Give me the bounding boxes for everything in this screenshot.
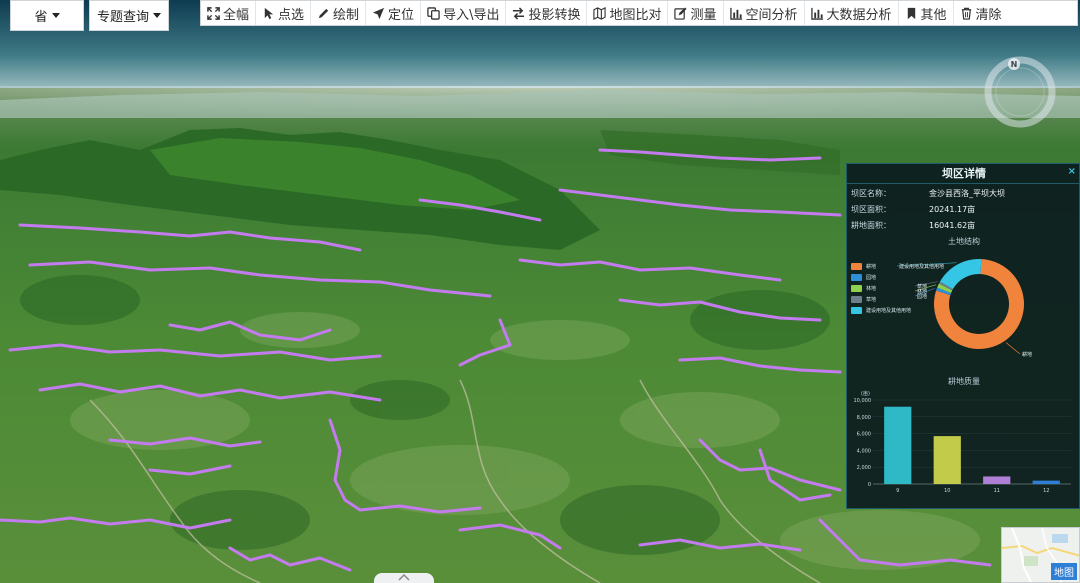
- pencil-icon: [318, 8, 329, 18]
- toolbar-label: 其他: [920, 7, 947, 23]
- toolbar-label: 全幅: [223, 7, 250, 23]
- bookmark-icon: [907, 7, 915, 19]
- y-axis-unit-label: (亩): [861, 390, 870, 397]
- bar[interactable]: [1032, 480, 1060, 484]
- toolbar-button-map-compare[interactable]: 地图比对: [587, 1, 669, 25]
- toolbar-button-locate[interactable]: 定位: [366, 1, 422, 25]
- info-label: 坝区面积：: [851, 205, 891, 214]
- toolbar-label: 投影转换: [528, 7, 581, 23]
- toolbar-label: 地图比对: [609, 7, 662, 23]
- pointer-icon: [264, 7, 274, 19]
- province-select-value: 省: [34, 10, 48, 25]
- toolbar-label: 空间分析: [745, 7, 798, 23]
- toolbar-label: 清除: [975, 7, 1002, 23]
- compass-north-label: N: [1011, 60, 1018, 69]
- chevron-up-icon: [398, 573, 410, 581]
- info-row-dam-name: 坝区名称： 金沙县西洛_平坝大坝: [847, 186, 1080, 202]
- bar-chart-icon: [729, 7, 742, 20]
- toolbar-button-fullscreen[interactable]: 全幅: [201, 1, 257, 25]
- toolbar-label: 大数据分析: [826, 7, 892, 23]
- compass-widget[interactable]: N: [984, 56, 1056, 128]
- pie-slice-label: 建设用地及其他用地: [899, 263, 944, 270]
- topic-query-select-value: 专题查询: [96, 10, 149, 25]
- toolbar-button-projection[interactable]: 投影转换: [506, 1, 588, 25]
- toolbar-button-big-data-analysis[interactable]: 大数据分析: [805, 1, 899, 25]
- toolbar-button-spatial-analysis[interactable]: 空间分析: [724, 1, 805, 25]
- toolbar-label: 测量: [690, 7, 717, 23]
- x-tick-label: 11: [994, 488, 1000, 494]
- y-tick-label: 0: [868, 482, 871, 488]
- land-structure-donut-chart: 耕地草地园地林地建设用地及其他用地: [896, 259, 1032, 358]
- land-quality-title: 耕地质量: [948, 377, 980, 386]
- toolbar-button-clear[interactable]: 清除: [954, 1, 1008, 25]
- map-icon: [593, 6, 607, 20]
- toolbar-label: 定位: [388, 7, 415, 23]
- x-tick-label: 12: [1043, 488, 1049, 494]
- info-value: 16041.62亩: [929, 221, 976, 230]
- topic-query-select[interactable]: 专题查询: [89, 0, 169, 31]
- compass-icon: N: [984, 56, 1056, 128]
- bar-chart-icon: [810, 7, 823, 20]
- copy-icon: [427, 6, 440, 20]
- pie-leader-line: [1005, 342, 1021, 355]
- y-tick-label: 4,000: [857, 448, 871, 454]
- info-label: 耕地面积：: [851, 221, 891, 230]
- toolbar-button-import-export[interactable]: 导入\导出: [421, 1, 507, 25]
- land-quality-bar-chart: (亩) 0 2,000 4,000 6,000 8,000 10,000 9 10 11 12: [854, 390, 1071, 494]
- toolbar-label: 点选: [278, 7, 305, 23]
- chevron-down-icon: [51, 13, 60, 18]
- chevron-down-icon: [153, 13, 161, 18]
- map-toolbar: 全幅 点选 绘制 定位 导入\导出 投影转换 地图比对 测量 空间分析 大数据分…: [200, 0, 1078, 26]
- province-select[interactable]: 省: [10, 0, 84, 31]
- dam-detail-panel: 坝区详情 × 坝区名称： 金沙县西洛_平坝大坝 坝区面积： 20241.17亩 …: [846, 163, 1080, 509]
- minimap-label: 地图: [1051, 563, 1077, 580]
- x-tick-label: 10: [944, 488, 950, 494]
- fullscreen-icon: [207, 6, 220, 20]
- trash-icon: [961, 7, 971, 20]
- y-tick-label: 2,000: [857, 465, 871, 471]
- info-value: 金沙县西洛_平坝大坝: [929, 189, 1005, 198]
- panel-title: 坝区详情: [847, 164, 1080, 184]
- info-value: 20241.17亩: [929, 205, 976, 214]
- info-row-dam-area: 坝区面积： 20241.17亩: [847, 202, 1080, 218]
- close-icon[interactable]: ×: [1068, 166, 1076, 177]
- info-label: 坝区名称：: [851, 189, 891, 198]
- info-row-farmland-area: 耕地面积： 16041.62亩: [847, 218, 1080, 234]
- y-tick-label: 6,000: [857, 432, 871, 438]
- toolbar-button-draw[interactable]: 绘制: [311, 1, 367, 25]
- edit-icon: [674, 6, 688, 20]
- base-map-switcher[interactable]: 地图: [1001, 527, 1080, 583]
- y-tick-label: 10,000: [854, 398, 872, 404]
- toolbar-button-measure[interactable]: 测量: [668, 1, 724, 25]
- toolbar-label: 绘制: [333, 7, 360, 23]
- bar[interactable]: [933, 436, 961, 484]
- toolbar-button-point-select[interactable]: 点选: [256, 1, 312, 25]
- bar[interactable]: [983, 476, 1011, 484]
- bottom-panel-toggle[interactable]: [374, 573, 434, 583]
- toolbar-button-other[interactable]: 其他: [899, 1, 954, 25]
- toolbar-label: 导入\导出: [443, 7, 500, 23]
- pie-slice-label: 林地: [917, 288, 927, 295]
- x-tick-label: 9: [896, 488, 899, 494]
- location-arrow-icon: [372, 7, 385, 19]
- y-tick-label: 8,000: [857, 415, 871, 421]
- exchange-icon: [513, 6, 525, 20]
- bar[interactable]: [884, 406, 912, 484]
- pie-slice-label: 耕地: [1022, 351, 1032, 358]
